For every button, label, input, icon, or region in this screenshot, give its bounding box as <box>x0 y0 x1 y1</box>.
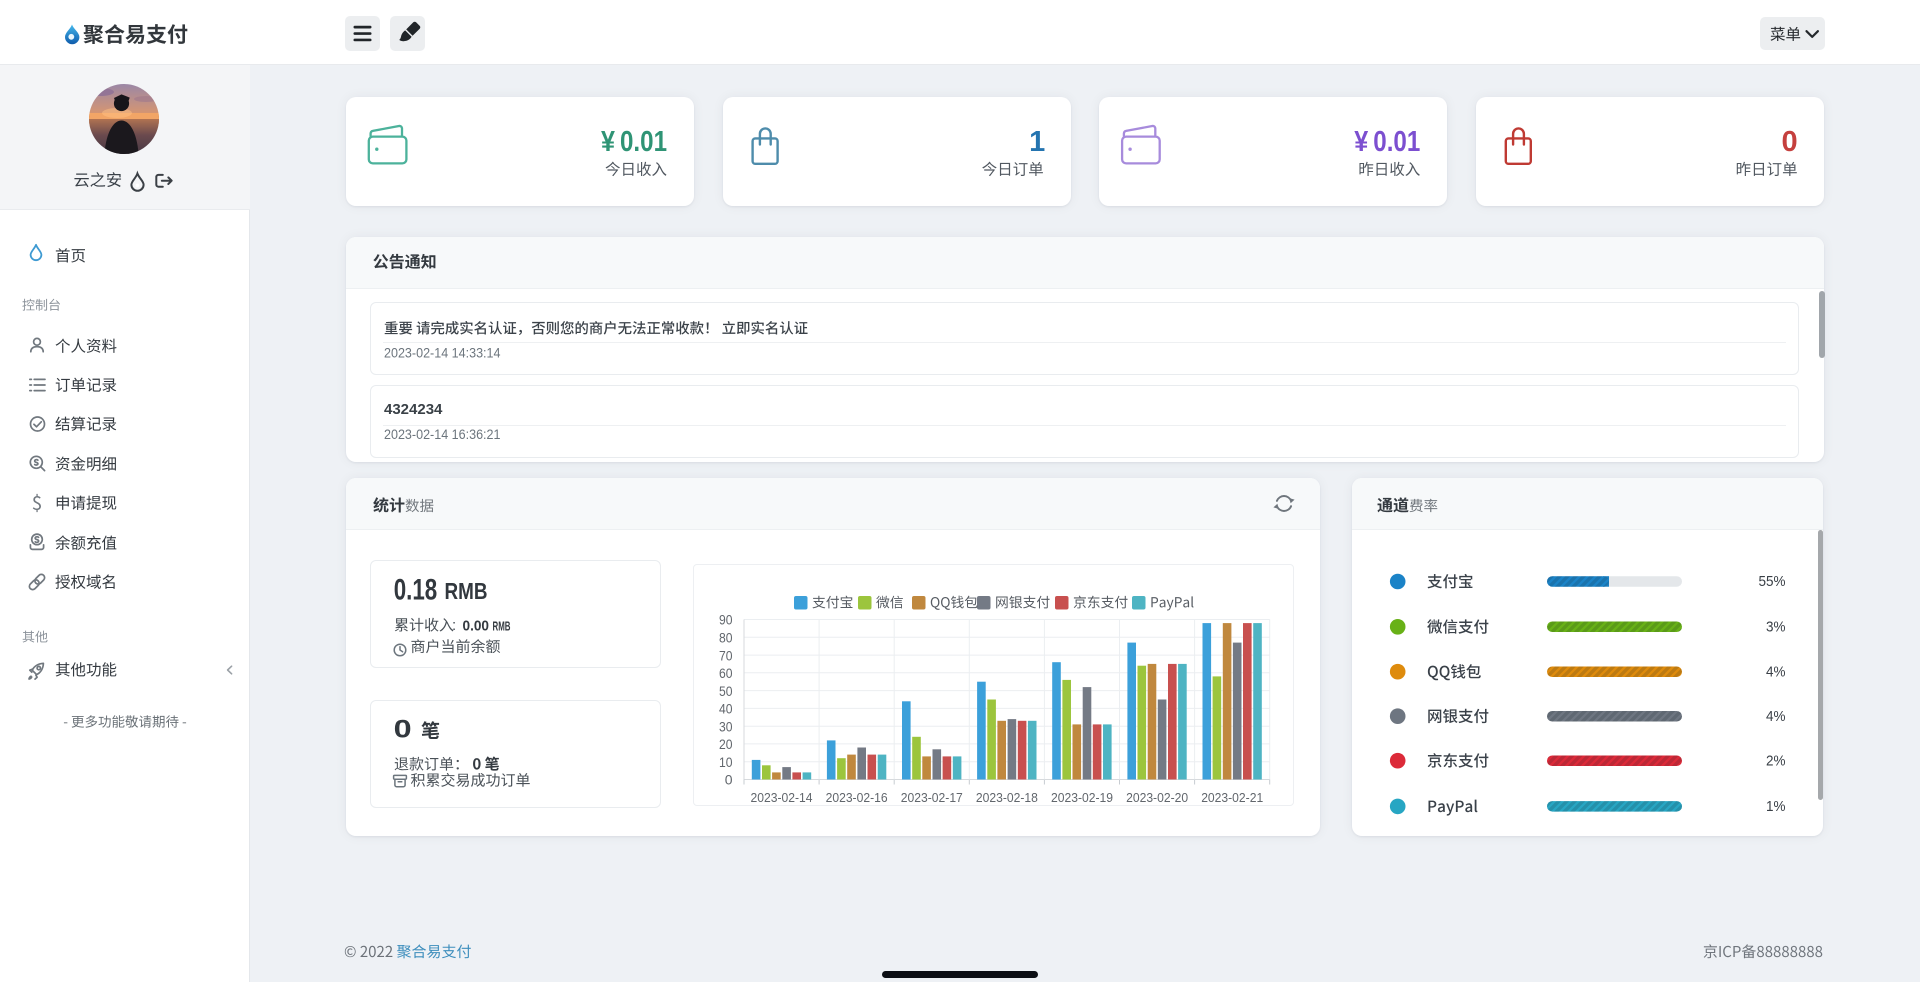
svg-text:2023-02-17: 2023-02-17 <box>901 790 963 805</box>
svg-text:¥: ¥ <box>601 126 615 158</box>
svg-text:20: 20 <box>719 736 733 752</box>
svg-text:1: 1 <box>1029 126 1045 158</box>
svg-text:4%: 4% <box>1766 663 1786 680</box>
svg-text::: : <box>452 617 456 634</box>
svg-text:0: 0 <box>394 715 412 743</box>
svg-text:70: 70 <box>719 647 733 663</box>
svg-text:2023-02-21: 2023-02-21 <box>1201 790 1263 805</box>
svg-text:80: 80 <box>719 630 733 646</box>
svg-text:40: 40 <box>719 701 733 717</box>
svg-text:60: 60 <box>719 665 733 681</box>
svg-text:2023-02-19: 2023-02-19 <box>1051 790 1113 805</box>
svg-text:¥: ¥ <box>1354 126 1368 158</box>
svg-text:0.00: 0.00 <box>463 617 490 634</box>
svg-text:0.01: 0.01 <box>620 126 667 158</box>
svg-text:90: 90 <box>719 612 733 628</box>
svg-text:2023-02-14 16:36:21: 2023-02-14 16:36:21 <box>384 427 501 442</box>
svg-text:0.01: 0.01 <box>1373 126 1420 158</box>
svg-text:2023-02-14 14:33:14: 2023-02-14 14:33:14 <box>384 346 501 361</box>
svg-text:0.18: 0.18 <box>394 573 438 606</box>
svg-text:RMB: RMB <box>493 619 511 633</box>
svg-text:RMB: RMB <box>445 578 488 604</box>
svg-text:30: 30 <box>719 718 733 734</box>
svg-text:50: 50 <box>719 683 733 699</box>
svg-text:2023-02-14: 2023-02-14 <box>751 790 813 805</box>
svg-text:2%: 2% <box>1766 752 1786 769</box>
svg-text:0: 0 <box>1781 126 1797 158</box>
svg-text:55%: 55% <box>1759 573 1786 590</box>
svg-text:1%: 1% <box>1766 798 1786 815</box>
svg-text:4%: 4% <box>1766 708 1786 725</box>
svg-text:2023-02-18: 2023-02-18 <box>976 790 1038 805</box>
svg-text:0: 0 <box>725 772 733 788</box>
svg-text:10: 10 <box>719 754 733 770</box>
svg-text:4324234: 4324234 <box>384 401 443 418</box>
svg-text:2023-02-16: 2023-02-16 <box>826 790 888 805</box>
svg-text:3%: 3% <box>1766 618 1786 635</box>
svg-text:2023-02-20: 2023-02-20 <box>1126 790 1188 805</box>
